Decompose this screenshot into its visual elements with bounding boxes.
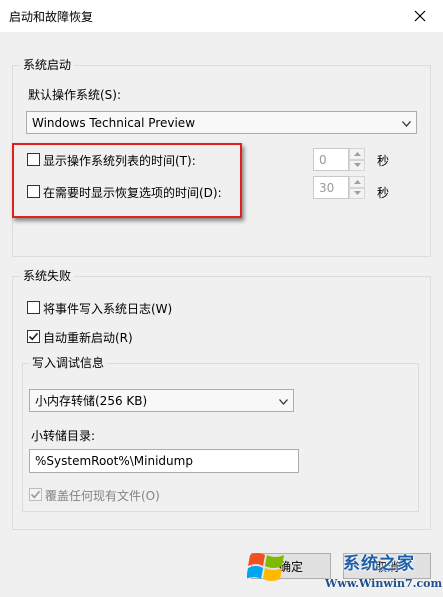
show-recovery-label: 在需要时显示恢复选项的时间(D): <box>43 186 222 200</box>
show-os-list-seconds-input[interactable]: 0 <box>313 148 349 171</box>
auto-restart-label: 自动重新启动(R) <box>43 331 133 345</box>
arrow-down-icon <box>353 191 361 196</box>
auto-restart-checkbox[interactable] <box>27 330 40 343</box>
dump-type-value: 小内存转储(256 KB) <box>35 394 148 408</box>
show-recovery-unit: 秒 <box>377 186 390 200</box>
watermark-brand: 系统之家 <box>343 554 415 574</box>
watermark-url: Www.Winwin7.com <box>325 577 443 590</box>
arrow-up-icon <box>353 151 361 156</box>
close-icon <box>414 10 426 22</box>
checkmark-icon <box>28 332 39 341</box>
spin-down-button[interactable] <box>349 187 365 199</box>
watermark: 系统之家 Www.Winwin7.com <box>243 539 443 597</box>
default-os-select[interactable]: Windows Technical Preview <box>26 111 417 134</box>
chevron-down-icon <box>402 116 411 130</box>
close-button[interactable] <box>397 0 443 32</box>
dump-dir-label: 小转储目录: <box>31 429 96 443</box>
arrow-down-icon <box>353 163 361 168</box>
spin-up-button[interactable] <box>349 176 365 188</box>
spin-up-button[interactable] <box>349 148 365 160</box>
dump-type-select[interactable]: 小内存转储(256 KB) <box>29 389 294 412</box>
spin-down-button[interactable] <box>349 159 365 171</box>
default-os-label: 默认操作系统(S): <box>28 88 122 102</box>
arrow-up-icon <box>353 179 361 184</box>
overwrite-checkbox[interactable] <box>29 488 42 501</box>
dump-dir-input[interactable]: %SystemRoot%\Minidump <box>29 449 299 473</box>
window-title: 启动和故障恢复 <box>9 10 94 24</box>
show-recovery-seconds-input[interactable]: 30 <box>313 176 349 199</box>
overwrite-label: 覆盖任何现有文件(O) <box>45 489 160 503</box>
default-os-value: Windows Technical Preview <box>32 115 196 130</box>
show-os-list-spinner[interactable] <box>349 148 365 171</box>
show-recovery-checkbox[interactable] <box>27 185 40 198</box>
debug-info-legend: 写入调试信息 <box>29 356 108 370</box>
checkmark-icon <box>30 490 41 499</box>
show-os-list-checkbox[interactable] <box>27 153 40 166</box>
dump-dir-value: %SystemRoot%\Minidump <box>35 454 193 468</box>
show-os-list-value: 0 <box>319 152 327 167</box>
chevron-down-icon <box>279 394 288 408</box>
write-event-label: 将事件写入系统日志(W) <box>43 302 173 316</box>
windows-logo-icon <box>247 553 284 581</box>
show-os-list-unit: 秒 <box>377 154 390 168</box>
failure-legend: 系统失败 <box>20 269 75 283</box>
show-os-list-label: 显示操作系统列表的时间(T): <box>43 154 196 168</box>
show-recovery-spinner[interactable] <box>349 176 365 199</box>
write-event-checkbox[interactable] <box>27 301 40 314</box>
show-recovery-value: 30 <box>319 180 335 195</box>
startup-legend: 系统启动 <box>20 58 75 72</box>
